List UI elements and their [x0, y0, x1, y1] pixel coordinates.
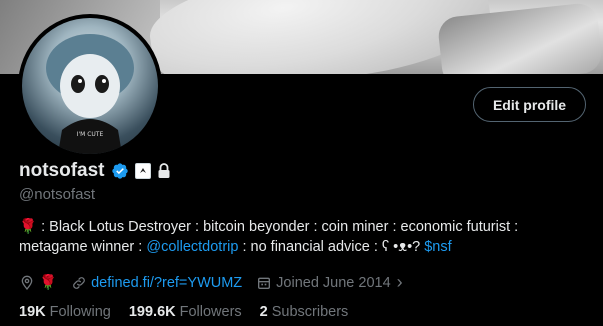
bio-cashtag-link[interactable]: $nsf	[424, 239, 451, 255]
profile-stats-row: 19K Following 199.6K Followers 2 Subscriber…	[19, 304, 366, 320]
user-handle: @notsofast	[19, 186, 96, 203]
website-item[interactable]: defined.fi/?ref=YWUMZ	[71, 275, 242, 291]
following-link[interactable]: 19K Following	[19, 304, 111, 320]
verified-badge-icon[interactable]	[111, 162, 129, 180]
bio-text-line2: metagame winner :	[19, 239, 147, 255]
lock-icon	[157, 163, 171, 179]
rose-emoji-icon: 🌹	[19, 219, 38, 235]
link-icon	[73, 276, 85, 289]
subscribers-count: 2	[259, 304, 268, 320]
location-pin-icon	[21, 275, 33, 290]
location-item: 🌹	[19, 274, 57, 291]
calendar-icon	[258, 277, 271, 289]
bio-text-line3: : no financial advice : ʕ •ᴥ•?	[238, 239, 425, 255]
followers-link[interactable]: 199.6K Followers	[129, 304, 242, 320]
display-name: notsofast	[19, 160, 105, 181]
subscribers-label: Subscribers	[271, 304, 349, 320]
following-label: Following	[49, 304, 111, 320]
chevron-right-icon[interactable]: ›	[397, 272, 403, 293]
joined-date-item: Joined June 2014 ›	[256, 272, 403, 293]
location-rose-emoji-icon: 🌹	[39, 275, 58, 291]
svg-text:I'M CUTE: I'M CUTE	[77, 131, 104, 138]
profile-meta-row: 🌹 defined.fi/?ref=YWUMZ Joined June 2014…	[19, 272, 417, 293]
profile-bio: 🌹 : Black Lotus Destroyer : bitcoin beyo…	[19, 217, 589, 257]
edit-profile-button[interactable]: Edit profile	[473, 87, 586, 122]
display-name-row: notsofast	[19, 160, 171, 182]
avatar-illustration: I'M CUTE	[46, 34, 134, 154]
affiliate-badge-icon[interactable]	[134, 163, 151, 179]
bio-text-line1: : Black Lotus Destroyer : bitcoin beyond…	[37, 219, 519, 235]
followers-label: Followers	[179, 304, 242, 320]
bio-mention-link[interactable]: @collectdotrip	[146, 239, 238, 255]
following-count: 19K	[19, 304, 46, 320]
subscribers-link[interactable]: 2 Subscribers	[260, 304, 349, 320]
avatar[interactable]: I'M CUTE	[18, 14, 162, 158]
website-link[interactable]: defined.fi/?ref=YWUMZ	[91, 275, 242, 291]
joined-date-text: Joined June 2014	[276, 274, 391, 291]
followers-count: 199.6K	[128, 304, 176, 320]
